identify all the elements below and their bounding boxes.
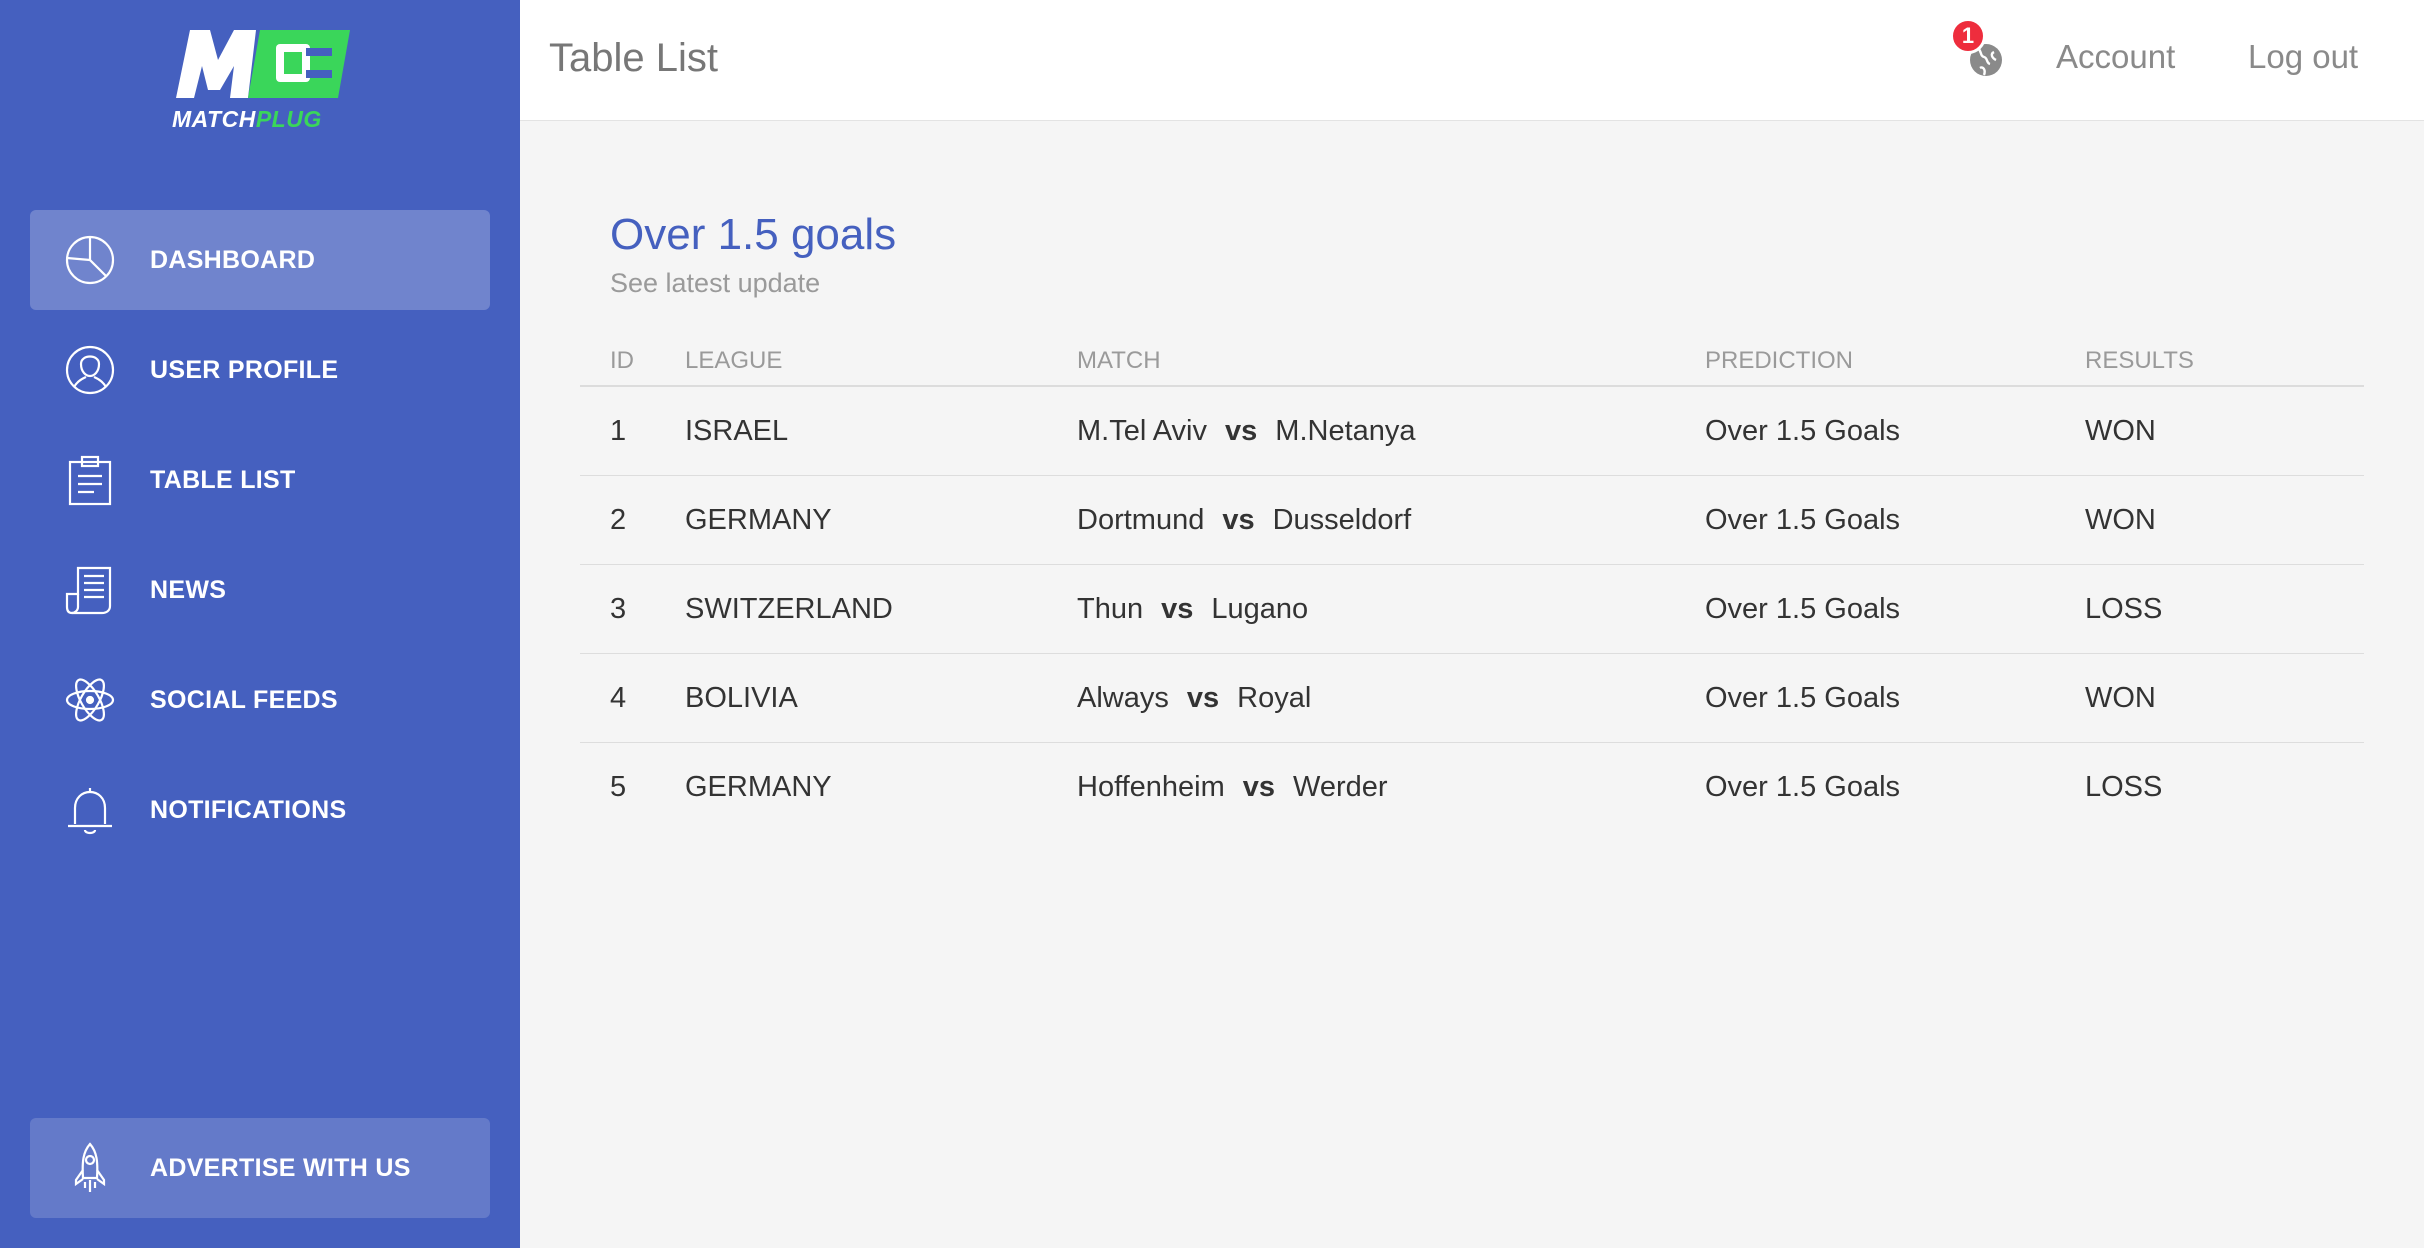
away-team: Werder <box>1293 770 1388 803</box>
sidebar-item-notifications[interactable]: NOTIFICATIONS <box>30 760 490 860</box>
home-team: M.Tel Aviv <box>1077 414 1208 447</box>
sidebar-item-label: NEWS <box>150 575 227 604</box>
matchplug-logo[interactable]: MATCHPLUG <box>168 28 358 138</box>
column-header-league: LEAGUE <box>685 337 1077 387</box>
cell-match: Dortmund vs Dusseldorf <box>1077 475 1705 565</box>
cell-league: GERMANY <box>685 770 832 803</box>
sidebar-item-label: SOCIAL FEEDS <box>150 685 338 714</box>
logo-wordmark: MATCHPLUG <box>172 106 322 133</box>
cell-prediction: Over 1.5 Goals <box>1705 386 2085 476</box>
logo-mark <box>176 30 350 98</box>
cell-league: BOLIVIA <box>685 653 1077 743</box>
notification-badge: 1 <box>1950 18 1986 54</box>
sidebar-item-table-list[interactable]: TABLE LIST <box>30 430 490 530</box>
cell-id: 4 <box>580 653 685 743</box>
column-header-prediction: PREDICTION <box>1705 337 2085 387</box>
cell-match: M.Tel Aviv vs M.Netanya <box>1077 386 1705 476</box>
advertise-button[interactable]: ADVERTISE WITH US <box>30 1118 490 1218</box>
card-subtitle: See latest update <box>610 268 821 298</box>
away-team: Dusseldorf <box>1272 503 1412 536</box>
cell-result: WON <box>2085 386 2364 476</box>
main-content: Over 1.5 goals See latest update ID LEAG… <box>580 210 2364 831</box>
cell-result: LOSS <box>2085 564 2364 654</box>
logout-link[interactable]: Log out <box>2248 38 2358 76</box>
table-row: 1 ISRAEL M.Tel Aviv vs M.Netanya Over 1.5 … <box>580 386 2364 476</box>
vs-label: vs <box>1242 770 1276 803</box>
sidebar-item-label: TABLE LIST <box>150 465 296 494</box>
home-team: Thun <box>1077 592 1144 625</box>
column-header-results: RESULTS <box>2085 337 2364 387</box>
cell-league: ISRAEL <box>685 386 1077 476</box>
top-navbar: Table List 1 Account Log out <box>520 0 2424 121</box>
home-team: Hoffenheim <box>1077 770 1225 803</box>
account-link[interactable]: Account <box>2056 38 2175 76</box>
table-row: 5 GERMANY Hoffenheim vs Werder Over 1.5 Go… <box>580 743 2364 832</box>
cell-match: Always vs Royal <box>1077 653 1705 743</box>
cell-result: WON <box>2085 475 2364 565</box>
rocket-icon <box>62 1140 118 1196</box>
page-title: Table List <box>549 36 718 80</box>
sidebar-item-user-profile[interactable]: USER PROFILE <box>30 320 490 420</box>
cell-league: GERMANY <box>685 475 1077 565</box>
cell-result: WON <box>2085 653 2364 743</box>
away-team: Royal <box>1237 681 1312 714</box>
bell-icon <box>62 782 118 838</box>
away-team: M.Netanya <box>1275 414 1416 447</box>
cell-id: 2 <box>580 475 685 565</box>
cell-match: Hoffenheim vs Werder <box>1077 743 1705 832</box>
home-team: Always <box>1077 681 1169 714</box>
sidebar-item-news[interactable]: NEWS <box>30 540 490 640</box>
logo-word-1: MATCH <box>172 106 256 132</box>
cell-id: 1 <box>580 386 685 476</box>
table-row: 4 BOLIVIA Always vs Royal Over 1.5 Goals W… <box>580 653 2364 743</box>
home-team: Dortmund <box>1077 503 1205 536</box>
pie-chart-icon <box>62 232 118 288</box>
vs-label: vs <box>1225 414 1258 447</box>
column-header-match: MATCH <box>1077 337 1705 387</box>
sidebar-item-dashboard[interactable]: DASHBOARD <box>30 210 490 310</box>
column-header-id: ID <box>580 337 685 387</box>
cell-match: Thun vs Lugano <box>1077 564 1705 654</box>
cell-result: LOSS <box>2085 770 2163 803</box>
away-team: Lugano <box>1211 592 1309 625</box>
table-row: 3 SWITZERLAND Thun vs Lugano Over 1.5 Goal… <box>580 564 2364 654</box>
newspaper-icon <box>62 562 118 618</box>
user-icon <box>62 342 118 398</box>
sidebar-item-label: USER PROFILE <box>150 355 339 384</box>
advertise-label: ADVERTISE WITH US <box>150 1153 411 1182</box>
sidebar-nav: DASHBOARD USER PROFILE TABLE LIST NEWS S… <box>30 210 490 870</box>
atom-icon <box>62 672 118 728</box>
notifications-dropdown[interactable]: 1 <box>1950 18 2010 90</box>
predictions-table: ID LEAGUE MATCH PREDICTION RESULTS 1 ISR… <box>580 337 2364 831</box>
vs-label: vs <box>1186 681 1220 714</box>
card-title: Over 1.5 goals <box>610 210 897 259</box>
clipboard-icon <box>62 452 118 508</box>
cell-id: 3 <box>580 564 685 654</box>
cell-prediction: Over 1.5 Goals <box>1705 653 2085 743</box>
sidebar-item-label: NOTIFICATIONS <box>150 795 347 824</box>
table-row: 2 GERMANY Dortmund vs Dusseldorf Over 1.5 … <box>580 475 2364 565</box>
cell-prediction: Over 1.5 Goals <box>1705 564 2085 654</box>
logo-word-2: PLUG <box>255 106 322 132</box>
table-header-row: ID LEAGUE MATCH PREDICTION RESULTS <box>580 337 2364 387</box>
cell-prediction: Over 1.5 Goals <box>1705 770 1901 803</box>
cell-id: 5 <box>610 770 627 803</box>
cell-league: SWITZERLAND <box>685 564 1077 654</box>
sidebar-item-label: DASHBOARD <box>150 245 316 274</box>
sidebar-item-social-feeds[interactable]: SOCIAL FEEDS <box>30 650 490 750</box>
vs-label: vs <box>1161 592 1194 625</box>
vs-label: vs <box>1222 503 1255 536</box>
cell-prediction: Over 1.5 Goals <box>1705 475 2085 565</box>
sidebar: MATCHPLUG DASHBOARD USER PROFILE TABLE L… <box>0 0 520 1248</box>
